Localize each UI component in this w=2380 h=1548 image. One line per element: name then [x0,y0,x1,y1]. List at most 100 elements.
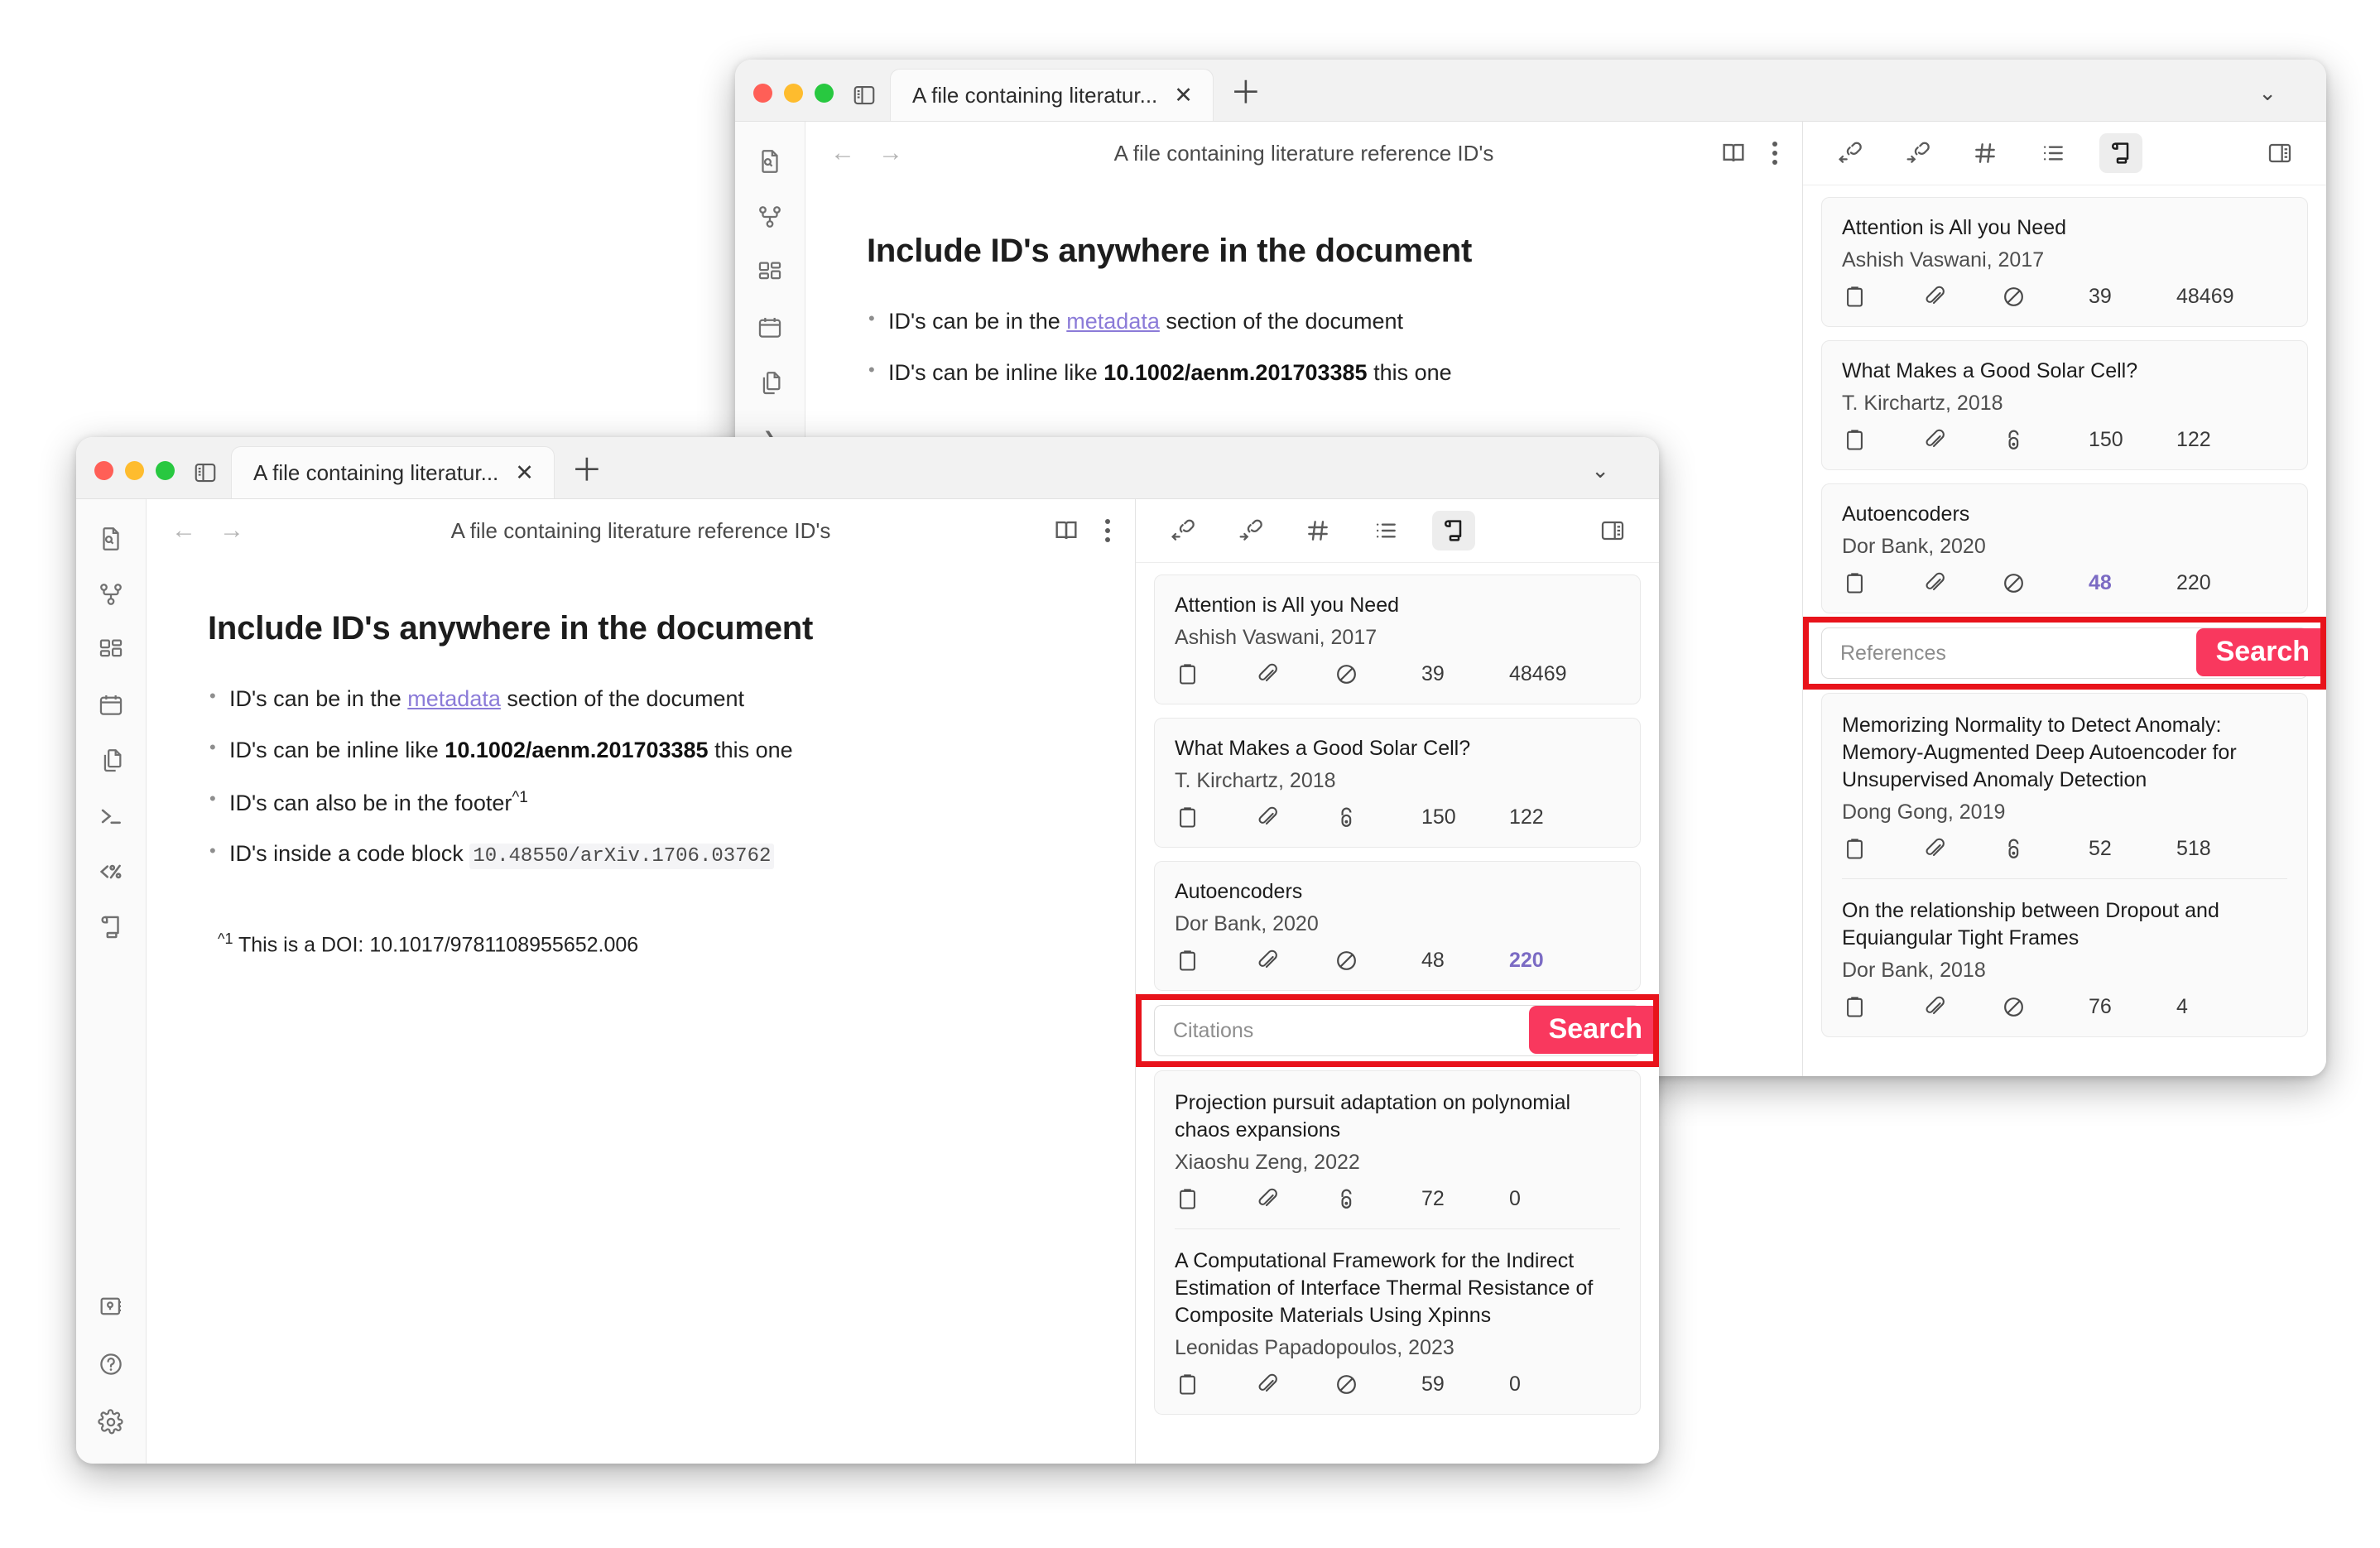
dashboard-icon[interactable] [750,252,790,292]
attachment-icon[interactable] [1921,570,2001,596]
open-access-icon[interactable] [2001,427,2080,453]
copy-files-icon[interactable] [91,741,131,781]
reference-stats: 39 48469 [1175,661,1620,692]
dashboard-icon[interactable] [91,630,131,670]
clipboard-icon[interactable] [1842,427,1921,453]
clipboard-icon[interactable] [1842,570,1921,596]
settings-icon[interactable] [91,1402,131,1442]
back-button[interactable]: ← [171,517,196,545]
reference-card[interactable]: What Makes a Good Solar Cell? T. Kirchar… [1821,340,2308,470]
clipboard-icon[interactable] [1842,284,1921,310]
reference-card[interactable]: What Makes a Good Solar Cell? T. Kirchar… [1154,718,1641,848]
vault-icon[interactable] [91,1286,131,1326]
toggle-sidebar-icon[interactable] [193,460,218,498]
right-panel-icon[interactable] [2258,133,2301,173]
link-in-icon[interactable] [1828,133,1871,173]
file-search-icon[interactable] [91,519,131,559]
new-tab-button[interactable]: ＋ [571,455,603,498]
graph-icon[interactable] [91,574,131,614]
reference-card[interactable]: Autoencoders Dor Bank, 2020 48 220 [1154,861,1641,991]
tab-document-back[interactable]: A file containing literatur... ✕ [890,69,1214,121]
tab-document-front[interactable]: A file containing literatur... ✕ [231,446,555,498]
more-options-icon[interactable] [1105,519,1110,542]
maximize-window-button[interactable] [156,461,175,480]
attachment-icon[interactable] [1921,994,2001,1020]
graph-icon[interactable] [750,197,790,237]
clipboard-icon[interactable] [1175,1186,1254,1212]
list-icon[interactable] [1364,511,1407,550]
reference-card[interactable]: Autoencoders Dor Bank, 2020 48 220 [1821,483,2308,613]
right-panel-icon[interactable] [1591,511,1634,550]
minimize-window-button[interactable] [125,461,144,480]
attachment-icon[interactable] [1921,836,2001,862]
forward-button[interactable]: → [878,139,903,167]
calendar-icon[interactable] [750,308,790,348]
link-in-icon[interactable] [1161,511,1204,550]
reference-card[interactable]: Attention is All you Need Ashish Vaswani… [1154,574,1641,704]
hash-icon[interactable] [1964,133,2007,173]
chevron-down-icon[interactable]: ⌄ [2258,80,2277,106]
attachment-icon[interactable] [1254,661,1334,687]
reference-card[interactable]: Projection pursuit adaptation on polynom… [1175,1071,1620,1229]
list-icon[interactable] [2031,133,2075,173]
access-blocked-icon[interactable] [2001,994,2080,1020]
attachment-icon[interactable] [1254,805,1334,830]
link-out-icon[interactable] [1228,511,1272,550]
calendar-icon[interactable] [91,685,131,725]
reading-mode-icon[interactable] [1719,139,1748,167]
clipboard-icon[interactable] [1175,948,1254,974]
more-options-icon[interactable] [1772,142,1777,165]
chevron-down-icon[interactable]: ⌄ [1591,458,1609,483]
reference-count: 39 [2089,285,2112,308]
help-icon[interactable] [91,1344,131,1384]
access-blocked-icon[interactable] [1334,948,1413,974]
attachment-icon[interactable] [1921,284,2001,310]
code-percent-icon[interactable] [91,852,131,892]
open-access-icon[interactable] [2001,836,2080,862]
back-button[interactable]: ← [830,139,855,167]
open-access-icon[interactable] [1334,1186,1413,1212]
attachment-icon[interactable] [1921,427,2001,453]
access-blocked-icon[interactable] [1334,661,1413,687]
search-button[interactable]: Search [1528,1006,1659,1054]
window-front[interactable]: A file containing literatur... ✕ ＋ ⌄ ← →… [76,437,1659,1464]
clipboard-icon[interactable] [1175,1372,1254,1397]
reference-card[interactable]: On the relationship between Dropout and … [1842,879,2287,1036]
reference-card[interactable]: Attention is All you Need Ashish Vaswani… [1821,197,2308,327]
file-search-icon[interactable] [750,142,790,181]
link-out-icon[interactable] [1896,133,1939,173]
open-access-icon[interactable] [1334,805,1413,830]
minimize-window-button[interactable] [784,84,803,103]
search-button[interactable]: Search [2195,628,2326,676]
close-window-button[interactable] [94,461,113,480]
terminal-icon[interactable] [91,796,131,836]
scroll-icon[interactable] [2099,133,2142,173]
metadata-link[interactable]: metadata [407,686,501,711]
document-content-front: Include ID's anywhere in the document ID… [147,562,1135,1464]
clipboard-icon[interactable] [1175,805,1254,830]
scroll-icon[interactable] [1432,511,1475,550]
clipboard-icon[interactable] [1842,836,1921,862]
attachment-icon[interactable] [1254,1372,1334,1397]
new-tab-button[interactable]: ＋ [1230,78,1262,121]
copy-files-icon[interactable] [750,363,790,403]
hash-icon[interactable] [1296,511,1339,550]
clipboard-icon[interactable] [1175,661,1254,687]
scroll-icon[interactable] [91,907,131,947]
reference-card[interactable]: A Computational Framework for the Indire… [1175,1229,1620,1414]
toggle-sidebar-icon[interactable] [852,83,877,121]
maximize-window-button[interactable] [815,84,834,103]
reference-card[interactable]: Memorizing Normality to Detect Anomaly: … [1842,694,2287,879]
metadata-link[interactable]: metadata [1066,309,1160,334]
attachment-icon[interactable] [1254,948,1334,974]
attachment-icon[interactable] [1254,1186,1334,1212]
access-blocked-icon[interactable] [2001,284,2080,310]
forward-button[interactable]: → [219,517,244,545]
access-blocked-icon[interactable] [2001,570,2080,596]
access-blocked-icon[interactable] [1334,1372,1413,1397]
close-tab-icon[interactable]: ✕ [1171,84,1196,107]
close-window-button[interactable] [753,84,772,103]
reading-mode-icon[interactable] [1052,517,1080,545]
close-tab-icon[interactable]: ✕ [512,461,537,484]
clipboard-icon[interactable] [1842,994,1921,1020]
